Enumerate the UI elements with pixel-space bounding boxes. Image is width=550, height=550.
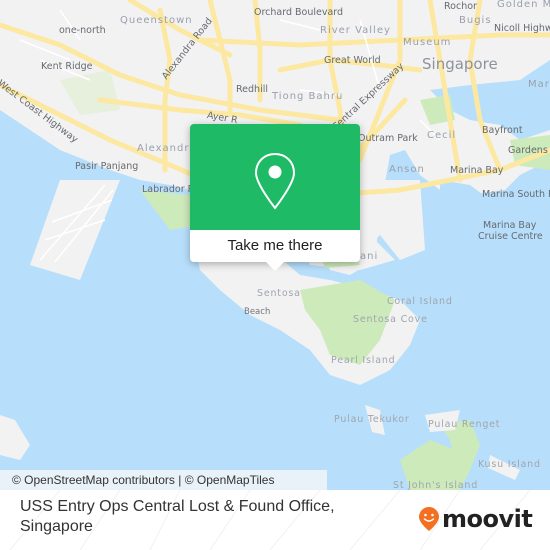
popup-header bbox=[190, 124, 360, 230]
map-label-pulau-tekukor: Pulau Tekukor bbox=[334, 414, 410, 425]
moovit-smiley-pin-icon bbox=[419, 507, 439, 531]
map-label-singapore: Singapore bbox=[422, 55, 498, 73]
map-label-brani: ani bbox=[360, 251, 379, 262]
place-name: USS Entry Ops Central Lost & Found Offic… bbox=[20, 497, 335, 537]
map-label-queenstown: Queenstown bbox=[120, 15, 193, 26]
map-view[interactable]: Queenstown Orchard Boulevard Rochor Gold… bbox=[0, 0, 550, 490]
map-label-golden-mile: Golden Mi bbox=[497, 0, 550, 10]
place-name-line2: Singapore bbox=[20, 518, 93, 535]
map-label-gardens: Gardens b bbox=[508, 145, 550, 156]
map-label-bayfront: Bayfront bbox=[482, 125, 523, 136]
map-label-redhill: Redhill bbox=[236, 84, 268, 95]
map-label-museum: Museum bbox=[403, 37, 452, 48]
map-pin-icon bbox=[254, 152, 296, 210]
map-label-st-johns-island: St John's Island bbox=[393, 480, 479, 490]
map-label-pearl-island: Pearl Island bbox=[331, 355, 396, 366]
take-me-there-button[interactable]: Take me there bbox=[190, 230, 360, 262]
map-label-sentosa-cove: Sentosa Cove bbox=[353, 314, 428, 325]
map-label-marina-south-pier: Marina South Pier bbox=[482, 189, 550, 200]
map-label-pasir-panjang: Pasir Panjang bbox=[75, 161, 139, 172]
map-label-cecil: Cecil bbox=[427, 130, 457, 141]
take-me-there-popup[interactable]: Take me there bbox=[190, 124, 360, 271]
map-label-outram-park: Outram Park bbox=[358, 133, 418, 144]
map-label-kusu-island: Kusu Island bbox=[478, 459, 541, 470]
map-label-river-valley: River Valley bbox=[320, 25, 391, 36]
map-label-one-north: one-north bbox=[59, 25, 106, 36]
map-label-marina: Mar bbox=[528, 79, 550, 90]
map-label-tiong-bahru: Tiong Bahru bbox=[272, 91, 344, 102]
map-label-rochor: Rochor bbox=[444, 1, 477, 12]
map-label-kent-ridge: Kent Ridge bbox=[41, 61, 93, 72]
moovit-logo[interactable]: moovit bbox=[418, 505, 533, 533]
map-label-nicoll-highway: Nicoll Highwa bbox=[494, 23, 550, 34]
map-label-sentosa: Sentosa bbox=[257, 288, 301, 299]
moovit-wordmark: moovit bbox=[442, 505, 533, 533]
map-label-orchard-boulevard: Orchard Boulevard bbox=[254, 7, 344, 18]
map-label-bugis: Bugis bbox=[459, 15, 492, 26]
popup-pointer bbox=[265, 261, 285, 271]
map-label-cruise-centre-2: Cruise Centre bbox=[478, 231, 543, 242]
map-label-beach: Beach bbox=[244, 307, 271, 317]
map-label-alexandra: Alexandra bbox=[137, 143, 197, 154]
west-island bbox=[0, 415, 30, 460]
map-label-marina-bay: Marina Bay bbox=[450, 165, 504, 176]
map-label-coral-island: Coral Island bbox=[387, 296, 453, 307]
map-attribution[interactable]: © OpenStreetMap contributors | © OpenMap… bbox=[0, 470, 327, 490]
place-name-line1: USS Entry Ops Central Lost & Found Offic… bbox=[20, 498, 335, 515]
map-label-great-world: Great World bbox=[324, 55, 381, 66]
map-label-cruise-centre-1: Marina Bay bbox=[483, 220, 537, 231]
map-label-pulau-renget: Pulau Renget bbox=[428, 419, 501, 430]
map-label-anson: Anson bbox=[389, 164, 425, 175]
